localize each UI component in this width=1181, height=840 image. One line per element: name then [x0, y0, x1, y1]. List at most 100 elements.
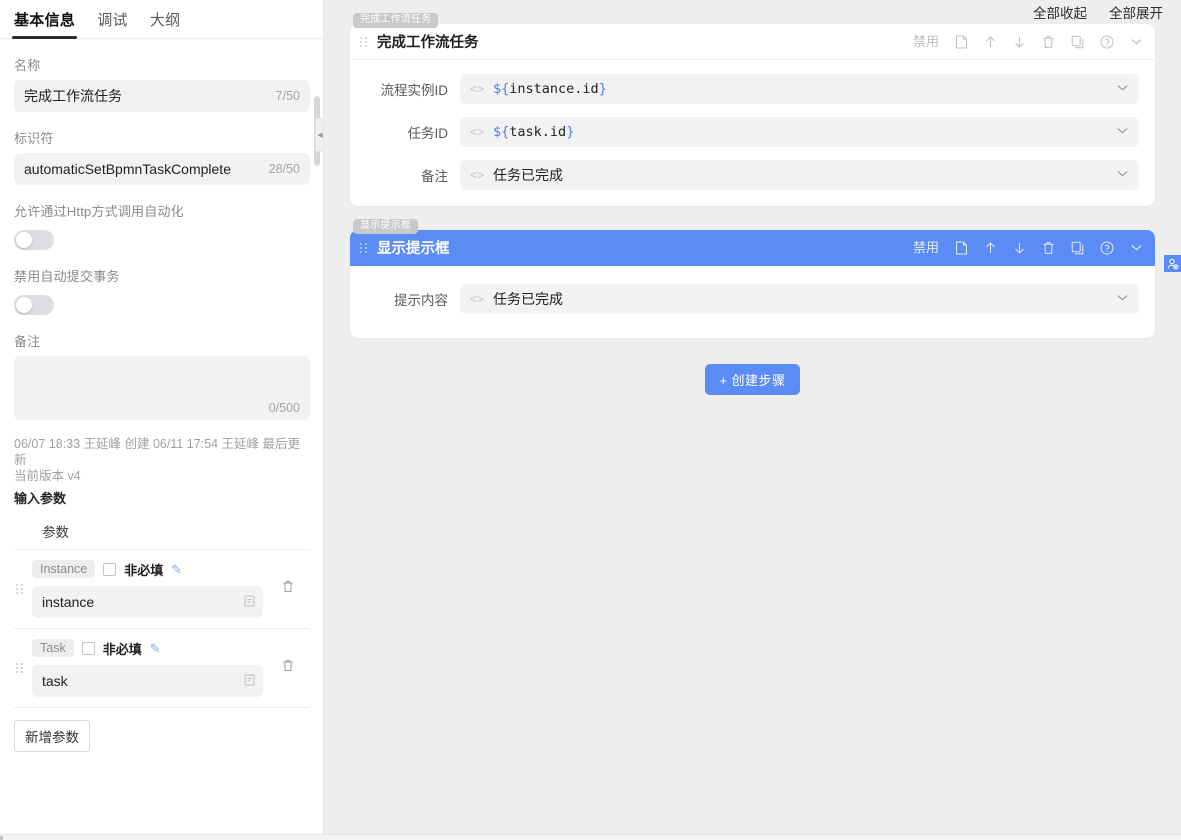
note-icon[interactable] — [244, 594, 255, 610]
note-icon[interactable] — [955, 241, 968, 255]
name-input[interactable]: 完成工作流任务 7/50 — [14, 80, 310, 112]
tab-debug[interactable]: 调试 — [97, 9, 128, 38]
identifier-input[interactable]: automaticSetBpmnTaskComplete 28/50 — [14, 153, 310, 185]
drag-handle-icon[interactable] — [360, 37, 368, 47]
node-card: 完成工作流任务 禁用 — [350, 24, 1155, 206]
name-counter: 7/50 — [276, 89, 300, 103]
note-icon[interactable] — [244, 673, 255, 689]
param-content: Instance 非必填 ✎ instance — [32, 558, 310, 618]
node-header[interactable]: 显示提示框 禁用 — [350, 230, 1155, 266]
remark-textarea[interactable]: 0/500 — [14, 356, 310, 420]
chevron-down-icon[interactable] — [1130, 37, 1143, 46]
param-column-header: 参数 — [14, 511, 310, 550]
node-body: 提示内容 <> 任务已完成 — [350, 266, 1155, 338]
collapse-all-button[interactable]: 全部收起 — [1033, 2, 1087, 22]
drag-handle-icon[interactable] — [14, 663, 26, 673]
param-name-input[interactable]: instance — [32, 586, 263, 618]
disable-action[interactable]: 禁用 — [913, 241, 939, 254]
user-add-icon[interactable] — [1164, 255, 1181, 272]
pencil-icon[interactable]: ✎ — [150, 642, 161, 655]
create-step-label: 创建步骤 — [732, 373, 786, 388]
node-card: 显示提示框 禁用 — [350, 230, 1155, 338]
node-field-row: 备注 <> 任务已完成 — [366, 160, 1139, 190]
left-panel-scroll-area: 基本信息 调试 大纲 名称 完成工作流任务 7/50 标识符 automatic… — [0, 0, 324, 840]
workflow-node: 完成工作流任务 完成工作流任务 禁用 — [350, 24, 1155, 206]
tab-outline[interactable]: 大纲 — [150, 9, 181, 38]
remark-counter: 0/500 — [269, 401, 300, 415]
node-title: 显示提示框 — [377, 237, 913, 258]
app-root: 基本信息 调试 大纲 名称 完成工作流任务 7/50 标识符 automatic… — [0, 0, 1181, 840]
param-row: Instance 非必填 ✎ instance — [14, 550, 310, 629]
drag-handle-icon[interactable] — [360, 243, 368, 253]
field-label: 备注 — [366, 165, 460, 185]
trash-icon[interactable] — [1042, 35, 1055, 49]
identifier-counter: 28/50 — [269, 162, 300, 176]
add-param-wrapper: 新增参数 — [0, 708, 324, 752]
panel-tabs: 基本信息 调试 大纲 — [0, 0, 324, 39]
http-toggle[interactable] — [14, 230, 54, 250]
copy-icon[interactable] — [1071, 35, 1084, 49]
field-input[interactable]: <> ${instance.id} — [460, 74, 1139, 104]
field-input[interactable]: <> ${task.id} — [460, 117, 1139, 147]
param-list: Instance 非必填 ✎ instance — [0, 550, 324, 708]
arrow-down-icon[interactable] — [1013, 241, 1026, 255]
create-step-wrapper: +创建步骤 — [350, 364, 1155, 395]
panel-collapse-button[interactable]: ◀ — [315, 118, 324, 152]
meta-version: 当前版本 v4 — [14, 468, 310, 484]
chevron-left-icon: ◀ — [317, 132, 322, 139]
arrow-down-icon[interactable] — [1013, 35, 1026, 49]
field-input[interactable]: <> 任务已完成 — [460, 160, 1139, 190]
trash-icon[interactable] — [1042, 241, 1055, 255]
meta-timestamps: 06/07 18:33 王延峰 创建 06/11 17:54 王延峰 最后更新 — [14, 436, 310, 468]
node-field-row: 流程实例ID <> ${instance.id} — [366, 74, 1139, 104]
copy-icon[interactable] — [1071, 241, 1084, 255]
expand-all-button[interactable]: 全部展开 — [1109, 2, 1163, 22]
param-tagline: Task 非必填 ✎ — [32, 637, 310, 659]
workflow-node: 显示提示框 显示提示框 禁用 — [350, 230, 1155, 338]
horizontal-scrollbar[interactable] — [0, 834, 1181, 840]
autocommit-toggle[interactable] — [14, 295, 54, 315]
trash-icon[interactable] — [282, 580, 294, 597]
param-type-tag: Task — [32, 639, 74, 657]
chevron-down-icon[interactable] — [1116, 83, 1129, 95]
pencil-icon[interactable]: ✎ — [171, 563, 182, 576]
node-header[interactable]: 完成工作流任务 禁用 — [350, 24, 1155, 60]
chevron-down-icon[interactable] — [1130, 243, 1143, 252]
help-circle-icon[interactable] — [1100, 241, 1114, 255]
param-optional-label: 非必填 — [124, 560, 163, 579]
tab-basic-info[interactable]: 基本信息 — [14, 9, 75, 38]
name-value: 完成工作流任务 — [24, 86, 276, 106]
horizontal-scrollbar-thumb[interactable] — [0, 836, 3, 840]
arrow-up-icon[interactable] — [984, 35, 997, 49]
chevron-down-icon[interactable] — [1116, 169, 1129, 181]
node-toolbar: 禁用 — [913, 35, 1143, 49]
node-field-row: 提示内容 <> 任务已完成 — [366, 284, 1139, 314]
chevron-down-icon[interactable] — [1116, 126, 1129, 138]
param-optional-checkbox[interactable] — [82, 642, 95, 655]
create-step-button[interactable]: +创建步骤 — [705, 364, 799, 395]
field-input[interactable]: <> 任务已完成 — [460, 284, 1139, 314]
help-circle-icon[interactable] — [1100, 35, 1114, 49]
trash-icon[interactable] — [282, 659, 294, 676]
name-label: 名称 — [14, 55, 310, 74]
arrow-up-icon[interactable] — [984, 241, 997, 255]
disable-action[interactable]: 禁用 — [913, 35, 939, 48]
autocommit-toggle-knob — [16, 297, 32, 313]
workflow-canvas-panel: 全部收起 全部展开 完成工作流任务 完成工作流任务 禁用 — [324, 0, 1181, 840]
drag-handle-icon[interactable] — [14, 584, 26, 594]
field-value: ${task.id} — [493, 124, 1107, 140]
param-tagline: Instance 非必填 ✎ — [32, 558, 310, 580]
param-name-input[interactable]: task — [32, 665, 263, 697]
field-value: 任务已完成 — [493, 289, 1107, 309]
chevron-down-icon[interactable] — [1116, 293, 1129, 305]
param-optional-checkbox[interactable] — [103, 563, 116, 576]
code-icon: <> — [470, 83, 484, 95]
canvas-toolbar: 全部收起 全部展开 — [324, 0, 1181, 24]
http-toggle-label: 允许通过Http方式调用自动化 — [14, 201, 310, 220]
param-optional-label: 非必填 — [103, 639, 142, 658]
note-icon[interactable] — [955, 35, 968, 49]
param-row: Task 非必填 ✎ task — [14, 629, 310, 708]
identifier-value: automaticSetBpmnTaskComplete — [24, 161, 269, 177]
add-param-button[interactable]: 新增参数 — [14, 720, 90, 752]
param-name-value: instance — [42, 594, 244, 610]
